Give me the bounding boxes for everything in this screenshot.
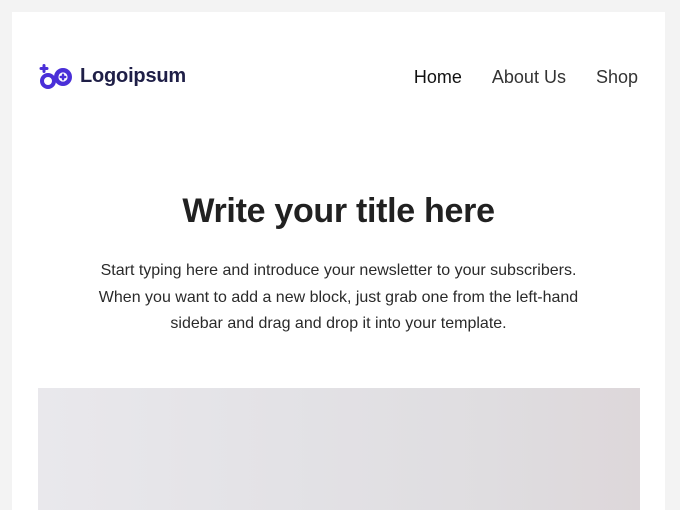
main-nav: Home About Us Shop xyxy=(414,62,638,92)
newsletter-canvas: Logoipsum Home About Us Shop Write your … xyxy=(12,12,665,510)
intro-line: When you want to add a new block, just g… xyxy=(98,288,579,306)
newsletter-intro-text[interactable]: Start typing here and introduce your new… xyxy=(52,258,625,338)
intro-line: Start typing here and introduce your new… xyxy=(100,262,577,279)
newsletter-header: Logoipsum Home About Us Shop xyxy=(38,62,638,92)
nav-link-shop[interactable]: Shop xyxy=(596,67,638,88)
brand-logo[interactable]: Logoipsum xyxy=(38,62,186,92)
logoipsum-mark-icon xyxy=(39,64,72,89)
nav-link-home[interactable]: Home xyxy=(414,67,462,88)
hero-image-placeholder[interactable] xyxy=(38,388,640,510)
intro-line: sidebar and drag and drop it into your t… xyxy=(170,315,507,332)
newsletter-title[interactable]: Write your title here xyxy=(12,192,665,231)
brand-logo-text: Logoipsum xyxy=(80,64,186,87)
nav-link-about-us[interactable]: About Us xyxy=(492,67,566,88)
